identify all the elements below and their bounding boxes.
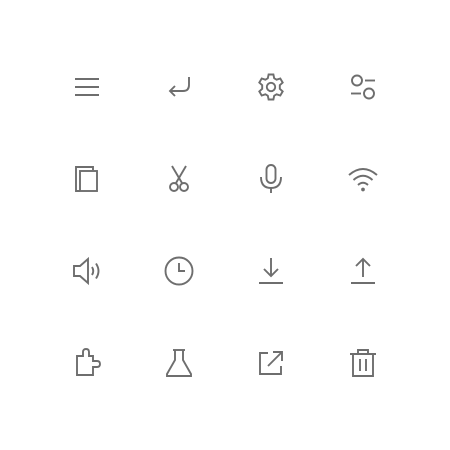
puzzle-piece-icon[interactable] — [69, 345, 105, 381]
volume-speaker-icon[interactable] — [69, 253, 105, 289]
filter-sliders-icon[interactable] — [345, 69, 381, 105]
menu-icon[interactable] — [69, 69, 105, 105]
clock-icon[interactable] — [161, 253, 197, 289]
trash-icon[interactable] — [345, 345, 381, 381]
scissors-icon[interactable] — [161, 161, 197, 197]
wifi-icon[interactable] — [345, 161, 381, 197]
upload-icon[interactable] — [345, 253, 381, 289]
copy-icon[interactable] — [69, 161, 105, 197]
external-link-icon[interactable] — [253, 345, 289, 381]
download-icon[interactable] — [253, 253, 289, 289]
flask-icon[interactable] — [161, 345, 197, 381]
microphone-icon[interactable] — [253, 161, 289, 197]
undo-return-icon[interactable] — [161, 69, 197, 105]
icon-grid — [0, 0, 450, 450]
settings-gear-icon[interactable] — [253, 69, 289, 105]
